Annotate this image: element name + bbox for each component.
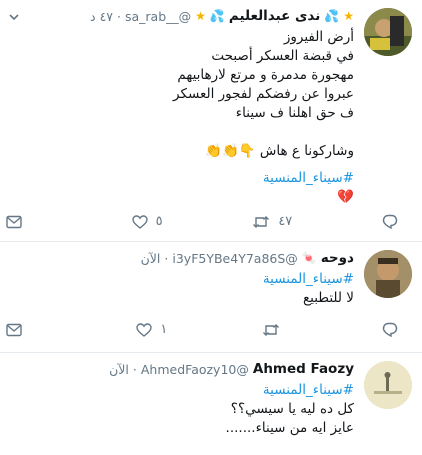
separator-dot: · [164, 250, 169, 266]
like-count: ١ [160, 322, 168, 337]
star-emoji-icon: ★ [343, 9, 354, 23]
tweet-3[interactable]: Ahmed Faozy @AhmedFaozy10 · الآن #سيناء_… [0, 353, 422, 455]
tweet-header: Ahmed Faozy @AhmedFaozy10 · الآن [8, 359, 354, 379]
broken-heart-emoji-icon: 💔 [337, 189, 354, 205]
handle[interactable]: @i3yF5YBe4Y7a86S [172, 251, 297, 266]
tweet-text: #سيناء_المنسية لا للتطبيع [8, 270, 354, 308]
tweet-1[interactable]: ★ 💦 ندى عبدالعليم 💦 ★ @__sa_rab · ٤٧ د أ… [0, 0, 422, 242]
like-button[interactable]: ٥ [131, 214, 163, 229]
retweet-count: ٤٧ [278, 214, 293, 229]
avatar[interactable] [364, 250, 412, 298]
tweet-2[interactable]: دوحه 🍬 @i3yF5YBe4Y7a86S · الآن #سيناء_ال… [0, 242, 422, 353]
avatar[interactable] [364, 8, 412, 56]
timestamp[interactable]: الآن [141, 251, 161, 266]
display-name[interactable]: ندى عبدالعليم [229, 8, 320, 24]
tweet-line: عايز ايه من سيناء....... [225, 420, 354, 436]
tweet-line: أرض الفيروز [283, 29, 354, 45]
avatar[interactable] [364, 361, 412, 409]
retweet-button[interactable] [262, 323, 288, 337]
tweet-line: كل ده ليه يا سيسي؟؟ [230, 401, 354, 417]
like-count: ٥ [155, 214, 163, 229]
tweet-header: ★ 💦 ندى عبدالعليم 💦 ★ @__sa_rab · ٤٧ د [8, 6, 354, 26]
reply-button[interactable] [382, 322, 398, 337]
droplets-emoji-icon: 💦 [324, 9, 340, 23]
separator-dot: · [117, 8, 121, 24]
dm-icon[interactable] [6, 323, 22, 337]
retweet-button[interactable]: ٤٧ [252, 214, 292, 229]
tweet-actions: ٥ ٤٧ [0, 214, 422, 229]
heart-icon [131, 214, 148, 229]
handle[interactable]: @AhmedFaozy10 [141, 362, 249, 377]
droplets-emoji-icon: 💦 [209, 9, 225, 23]
tweet-header: دوحه 🍬 @i3yF5YBe4Y7a86S · الآن [8, 248, 354, 268]
like-button[interactable]: ١ [136, 322, 167, 337]
timestamp[interactable]: الآن [109, 362, 129, 377]
retweet-icon [252, 215, 270, 229]
star-emoji-icon: ★ [195, 9, 206, 23]
reply-icon [382, 322, 398, 337]
display-name[interactable]: Ahmed Faozy [253, 361, 354, 377]
hashtag-link[interactable]: #سيناء_المنسية [8, 270, 354, 289]
tweet-text: #سيناء_المنسية كل ده ليه يا سيسي؟؟ عايز … [8, 381, 354, 438]
timestamp[interactable]: ٤٧ د [90, 9, 113, 24]
hashtag-link[interactable]: #سيناء_المنسية [8, 169, 354, 188]
candy-emoji-icon: 🍬 [301, 251, 317, 265]
separator-dot: · [132, 361, 137, 377]
tweet-line: ف حق اهلنا ف سيناء [235, 105, 354, 121]
handle[interactable]: @__sa_rab [125, 9, 191, 24]
tweet-line: وشاركونا ع هاش 👇👏👏 [205, 143, 354, 159]
tweet-line: مهجورة مدمرة و مرتع لارهابيهم [177, 67, 354, 83]
tweet-line: عبروا عن رفضكم لفجور العسكر [173, 86, 354, 102]
reply-button[interactable] [382, 214, 398, 229]
tweet-text: أرض الفيروز في قبضة العسكر أصبحت مهجورة … [8, 28, 354, 207]
heart-icon [136, 322, 153, 337]
tweet-line: لا للتطبيع [302, 290, 354, 306]
display-name[interactable]: دوحه [321, 250, 354, 266]
reply-icon [382, 214, 398, 229]
dm-icon[interactable] [6, 215, 22, 229]
tweet-line: في قبضة العسكر أصبحت [211, 48, 354, 64]
retweet-icon [262, 323, 280, 337]
tweet-actions: ١ [0, 322, 422, 337]
hashtag-link[interactable]: #سيناء_المنسية [8, 381, 354, 400]
